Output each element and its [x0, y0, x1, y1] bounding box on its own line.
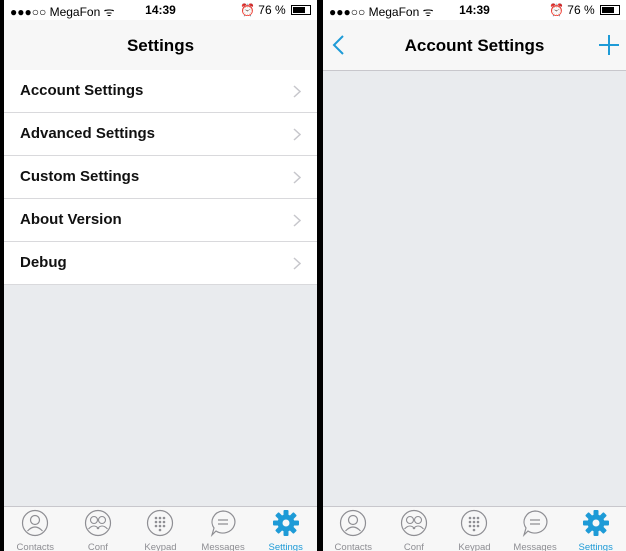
alarm-icon: ⏰: [240, 3, 255, 17]
tab-bar: Contacts Conf Keypad Messages Settings: [323, 506, 626, 551]
keypad-icon: [461, 509, 488, 537]
tab-label: Contacts: [16, 542, 55, 551]
tab-label: Messages: [201, 542, 245, 551]
gear-icon: [582, 510, 609, 536]
list-item-custom-settings[interactable]: Custom Settings: [4, 156, 317, 199]
person-icon: [22, 509, 49, 537]
group-icon: [84, 509, 111, 537]
list-item-label: Account Settings: [20, 82, 144, 99]
status-bar: ●●●○○ MegaFon ᯤ 14:39 ⏰ 76 %: [323, 0, 626, 20]
status-right: ⏰ 76 %: [549, 3, 620, 17]
tab-contacts[interactable]: Contacts: [4, 507, 67, 551]
page-title: Account Settings: [404, 36, 545, 55]
list-item-about-version[interactable]: About Version: [4, 199, 317, 242]
plus-icon[interactable]: [596, 32, 622, 58]
chevron-right-icon: [293, 85, 301, 98]
chevron-right-icon: [293, 128, 301, 141]
tab-label: Conf: [403, 542, 424, 551]
gear-icon: [272, 510, 299, 536]
tab-label: Settings: [268, 542, 303, 551]
tab-messages[interactable]: Messages: [192, 507, 255, 551]
chevron-right-icon: [293, 257, 301, 270]
battery-icon: [291, 5, 311, 15]
list-item-label: Custom Settings: [20, 168, 140, 185]
tab-conf[interactable]: Conf: [67, 507, 130, 551]
person-icon: [340, 509, 367, 537]
tab-settings[interactable]: Settings: [254, 507, 317, 551]
list-item-advanced-settings[interactable]: Advanced Settings: [4, 113, 317, 156]
chat-bubble-icon: [522, 510, 548, 537]
tab-keypad[interactable]: Keypad: [444, 507, 505, 551]
list-item-label: About Version: [20, 211, 122, 228]
list-item-label: Advanced Settings: [20, 125, 156, 142]
chevron-right-icon: [293, 214, 301, 227]
chevron-right-icon: [293, 171, 301, 184]
tab-label: Keypad: [458, 542, 491, 551]
tab-label: Messages: [513, 542, 557, 551]
settings-list: Account Settings Advanced Settings Custo…: [4, 70, 317, 285]
battery-icon: [600, 5, 620, 15]
tab-label: Settings: [578, 542, 613, 551]
status-bar: ●●●○○ MegaFon ᯤ 14:39 ⏰ 76 %: [4, 0, 317, 20]
battery-label: 76 %: [258, 3, 286, 17]
chat-bubble-icon: [210, 510, 236, 537]
keypad-icon: [147, 509, 174, 537]
nav-bar: Account Settings: [323, 20, 626, 71]
list-item-label: Debug: [20, 254, 67, 271]
tab-conf[interactable]: Conf: [384, 507, 445, 551]
page-title: Settings: [126, 36, 195, 55]
tab-bar: Contacts Conf Keypad Messages Settings: [4, 506, 317, 551]
group-icon: [400, 509, 427, 537]
tab-contacts[interactable]: Contacts: [323, 507, 384, 551]
battery-label: 76 %: [567, 3, 595, 17]
nav-bar: Settings: [4, 20, 317, 71]
alarm-icon: ⏰: [549, 3, 564, 17]
settings-screen: ●●●○○ MegaFon ᯤ 14:39 ⏰ 76 % Settings Ac…: [4, 0, 317, 551]
tab-label: Conf: [87, 542, 108, 551]
account-settings-screen: ●●●○○ MegaFon ᯤ 14:39 ⏰ 76 % Account Set…: [323, 0, 626, 551]
tab-settings[interactable]: Settings: [565, 507, 626, 551]
list-item-account-settings[interactable]: Account Settings: [4, 70, 317, 113]
tab-label: Keypad: [144, 542, 177, 551]
list-item-debug[interactable]: Debug: [4, 242, 317, 285]
status-right: ⏰ 76 %: [240, 3, 311, 17]
tab-label: Contacts: [334, 542, 373, 551]
tab-messages[interactable]: Messages: [505, 507, 566, 551]
tab-keypad[interactable]: Keypad: [129, 507, 192, 551]
